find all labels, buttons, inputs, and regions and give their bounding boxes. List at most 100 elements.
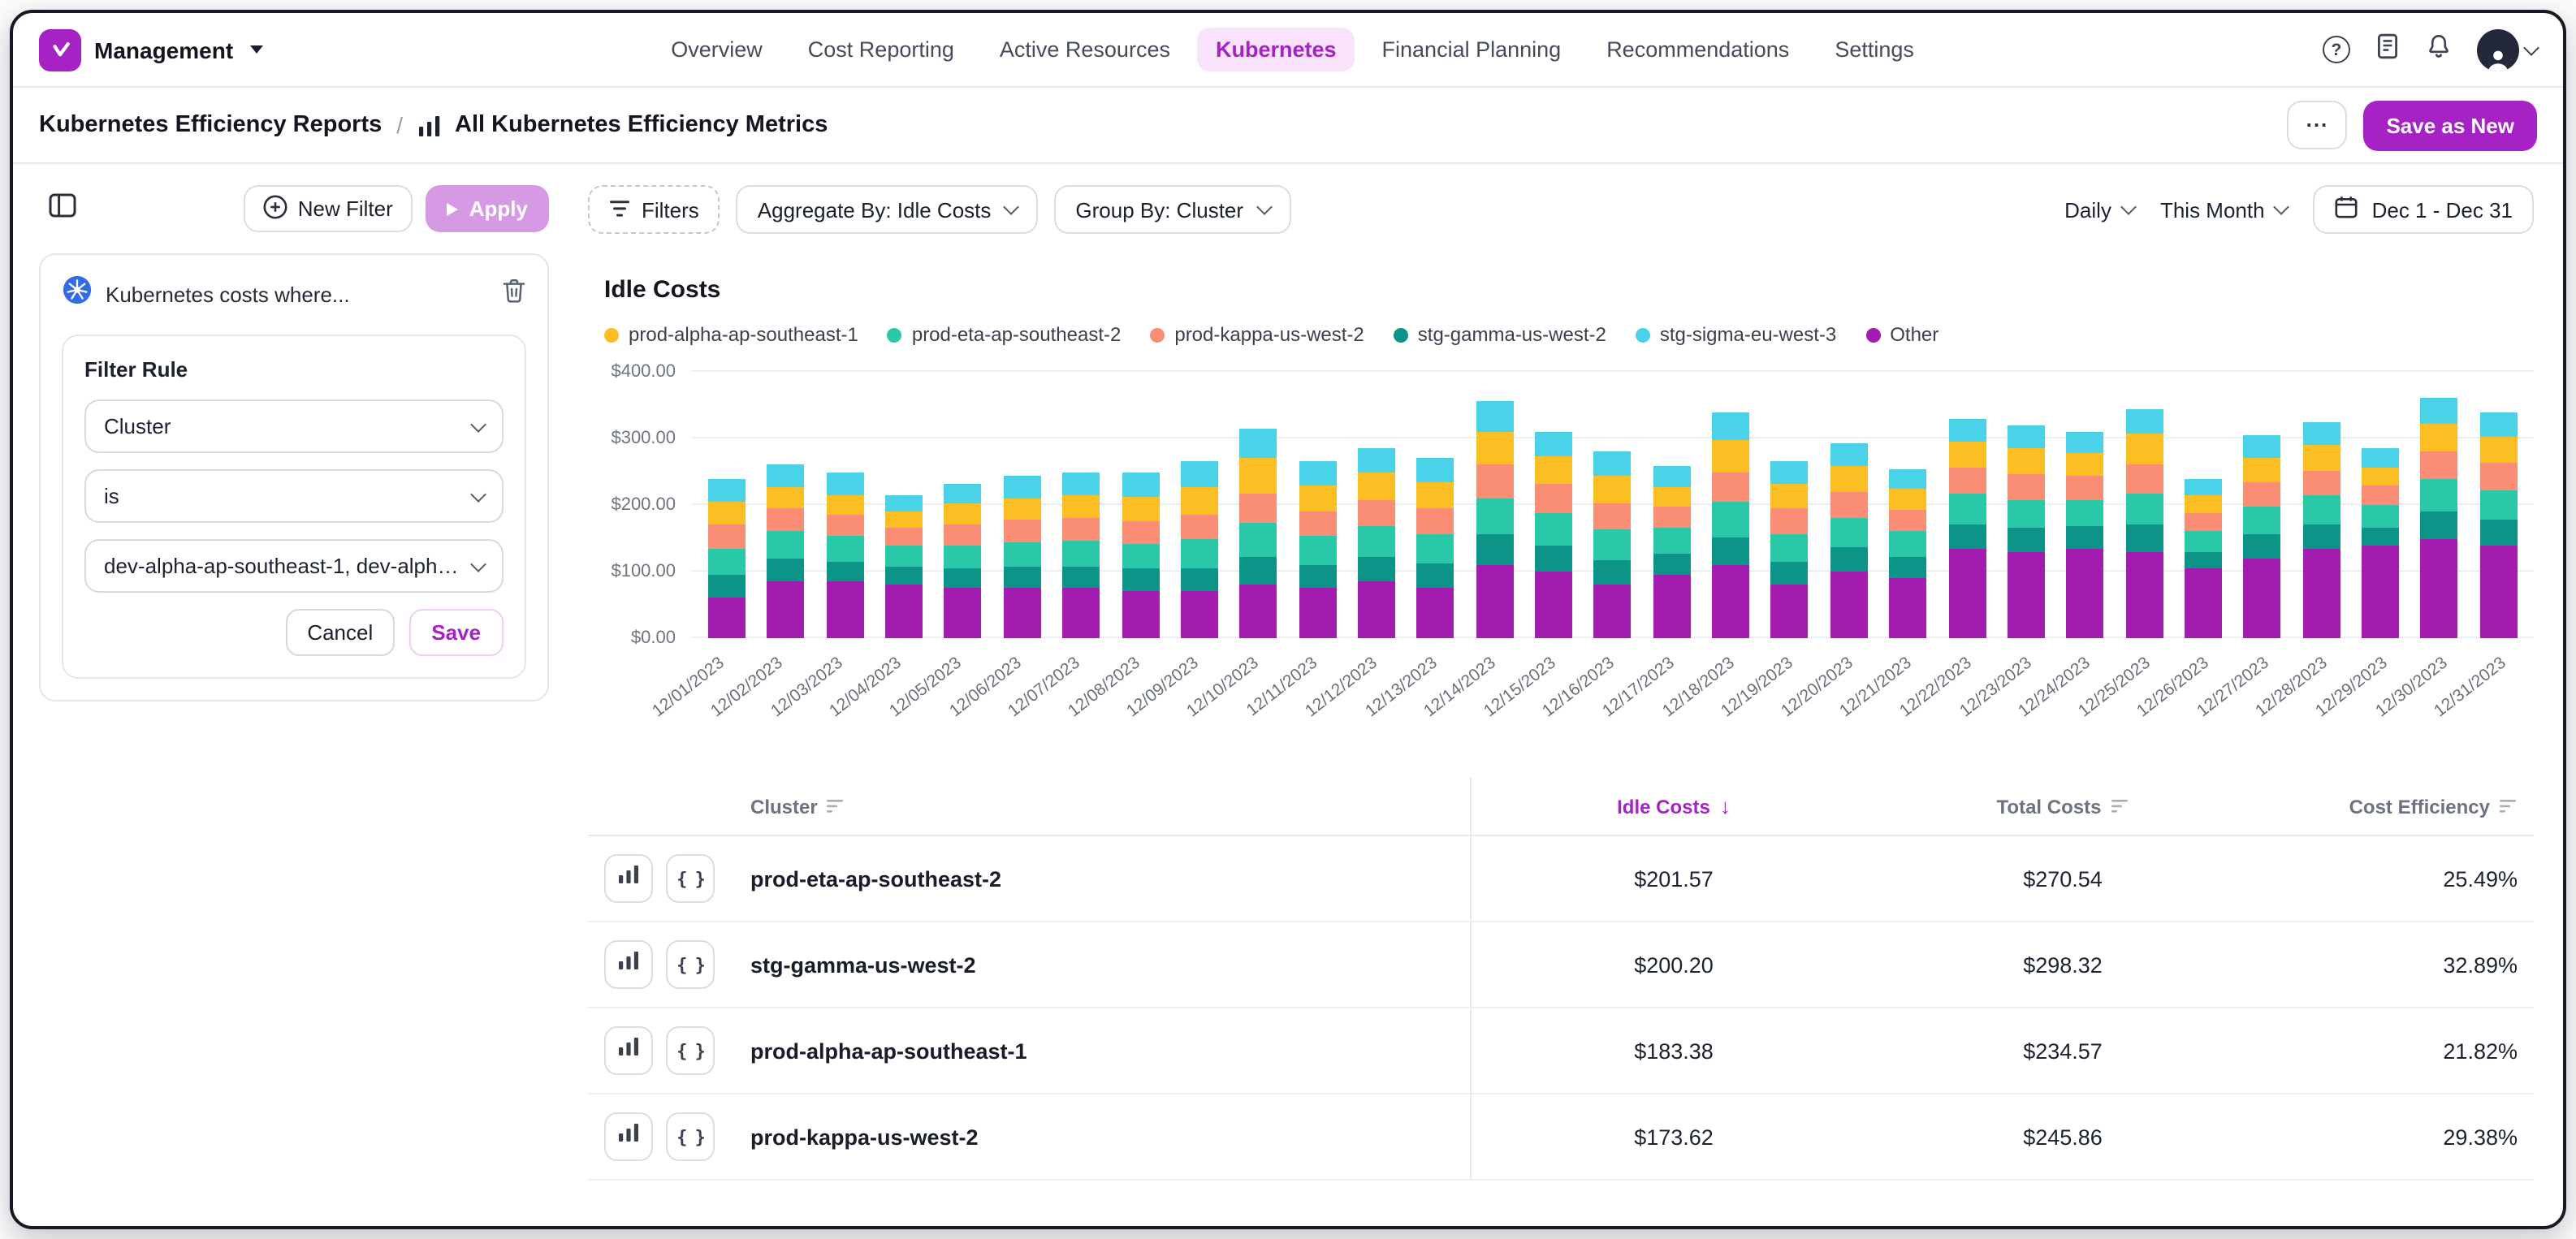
page-header: Kubernetes Efficiency Reports / All Kube… <box>13 88 2563 164</box>
nav-utilities: ? <box>2323 28 2537 71</box>
bar-segment-stg-gamma-us-west-2 <box>1535 545 1572 572</box>
row-code-button[interactable]: { } <box>666 1112 715 1161</box>
bar-segment-prod-kappa-us-west-2 <box>944 525 982 546</box>
bar-12-08-2023[interactable] <box>1122 473 1159 638</box>
nav-item-active-resources[interactable]: Active Resources <box>982 28 1188 71</box>
bar-12-26-2023[interactable] <box>2185 478 2222 638</box>
apply-button[interactable]: Apply <box>426 185 549 232</box>
bar-12-18-2023[interactable] <box>1712 412 1749 638</box>
row-code-button[interactable]: { } <box>666 940 715 989</box>
filters-button[interactable]: Filters <box>588 185 720 234</box>
nav-item-settings[interactable]: Settings <box>1817 28 1932 71</box>
cancel-button[interactable]: Cancel <box>286 609 394 656</box>
bar-12-25-2023[interactable] <box>2125 408 2163 638</box>
save-as-new-button[interactable]: Save as New <box>2363 100 2537 150</box>
bar-12-31-2023[interactable] <box>2480 412 2518 638</box>
bar-12-22-2023[interactable] <box>1948 419 1986 639</box>
save-filter-button[interactable]: Save <box>408 609 504 656</box>
filter-value-select[interactable]: dev-alpha-ap-southeast-1, dev-alpha-ap-s… <box>84 539 504 593</box>
nav-item-cost-reporting[interactable]: Cost Reporting <box>790 28 972 71</box>
new-filter-button[interactable]: New Filter <box>244 185 413 232</box>
row-code-button[interactable]: { } <box>666 854 715 903</box>
bar-12-06-2023[interactable] <box>1004 475 1041 638</box>
row-code-button[interactable]: { } <box>666 1026 715 1075</box>
chevron-down-icon <box>1256 199 1272 215</box>
bar-12-17-2023[interactable] <box>1653 467 1691 638</box>
bar-segment-prod-kappa-us-west-2 <box>1771 509 1809 533</box>
nav-item-kubernetes[interactable]: Kubernetes <box>1198 28 1355 71</box>
bar-segment-stg-sigma-eu-west-3 <box>1653 467 1691 487</box>
bar-segment-prod-kappa-us-west-2 <box>1948 468 1986 494</box>
row-chart-button[interactable] <box>604 1112 653 1161</box>
bar-12-16-2023[interactable] <box>1594 451 1632 638</box>
bar-chart-icon <box>617 1036 640 1065</box>
bar-segment-prod-kappa-us-west-2 <box>2185 512 2222 530</box>
legend-dot <box>1394 327 1408 342</box>
report-chart-icon <box>417 114 443 136</box>
column-header-cluster[interactable]: Cluster <box>737 778 1470 835</box>
calendar-icon <box>2335 195 2359 224</box>
page-actions: ... Save as New <box>2287 100 2537 150</box>
column-header-cost-efficiency[interactable]: Cost Efficiency <box>2250 778 2534 835</box>
nav-item-recommendations[interactable]: Recommendations <box>1588 28 1807 71</box>
bar-12-24-2023[interactable] <box>2067 432 2104 638</box>
collapse-sidebar-button[interactable] <box>39 186 84 231</box>
bar-segment-stg-gamma-us-west-2 <box>1062 566 1100 588</box>
bar-segment-prod-kappa-us-west-2 <box>767 508 805 532</box>
aggregate-by-select[interactable]: Aggregate By: Idle Costs <box>737 185 1039 234</box>
group-by-select[interactable]: Group By: Cluster <box>1054 185 1290 234</box>
granularity-select[interactable]: Daily <box>2064 197 2134 222</box>
bar-12-14-2023[interactable] <box>1476 402 1513 638</box>
date-range-button[interactable]: Dec 1 - Dec 31 <box>2314 185 2534 234</box>
row-chart-button[interactable] <box>604 940 653 989</box>
bar-12-09-2023[interactable] <box>1181 462 1218 638</box>
bar-segment-prod-kappa-us-west-2 <box>1830 492 1868 518</box>
bar-12-20-2023[interactable] <box>1830 444 1868 638</box>
apply-label: Apply <box>469 196 528 221</box>
sidebar-toolbar: New Filter Apply <box>39 185 549 232</box>
legend-item-prod-alpha-ap-southeast-1: prod-alpha-ap-southeast-1 <box>604 323 858 346</box>
nav-item-financial-planning[interactable]: Financial Planning <box>1364 28 1580 71</box>
bar-12-07-2023[interactable] <box>1062 472 1100 638</box>
delete-filter-button[interactable] <box>502 277 526 311</box>
workspace-switcher[interactable]: Management <box>39 28 262 71</box>
bar-segment-prod-eta-ap-southeast-2 <box>1358 526 1395 556</box>
account-menu[interactable] <box>2477 28 2537 71</box>
chart-title: Idle Costs <box>604 276 2534 304</box>
row-chart-button[interactable] <box>604 854 653 903</box>
period-select[interactable]: This Month <box>2160 197 2288 222</box>
nav-item-overview[interactable]: Overview <box>653 28 780 71</box>
bar-segment-prod-eta-ap-southeast-2 <box>826 537 863 562</box>
breadcrumb-parent[interactable]: Kubernetes Efficiency Reports <box>39 112 382 138</box>
bar-12-29-2023[interactable] <box>2362 448 2399 638</box>
notifications-button[interactable] <box>2425 32 2453 67</box>
bar-12-27-2023[interactable] <box>2244 435 2281 638</box>
bar-12-02-2023[interactable] <box>767 464 805 638</box>
bar-12-01-2023[interactable] <box>708 478 746 638</box>
bar-12-13-2023[interactable] <box>1417 459 1454 638</box>
bar-segment-stg-gamma-us-west-2 <box>1239 557 1277 585</box>
legend-dot <box>1636 327 1650 342</box>
more-actions-button[interactable]: ... <box>2287 101 2347 149</box>
bar-12-11-2023[interactable] <box>1299 462 1336 638</box>
bar-12-19-2023[interactable] <box>1771 462 1809 638</box>
bar-12-03-2023[interactable] <box>826 472 863 638</box>
bar-12-10-2023[interactable] <box>1239 429 1277 638</box>
bar-12-15-2023[interactable] <box>1535 432 1572 638</box>
filter-operator-select[interactable]: is <box>84 469 504 523</box>
bar-segment-prod-kappa-us-west-2 <box>2302 470 2340 495</box>
bar-12-05-2023[interactable] <box>944 484 982 638</box>
help-button[interactable]: ? <box>2323 36 2350 63</box>
changelog-button[interactable] <box>2375 32 2401 67</box>
row-chart-button[interactable] <box>604 1026 653 1075</box>
bar-12-21-2023[interactable] <box>1889 468 1926 638</box>
column-header-idle-costs[interactable]: Idle Costs↓ <box>1470 778 1876 835</box>
column-header-total-costs[interactable]: Total Costs <box>1876 778 2250 835</box>
bar-12-12-2023[interactable] <box>1358 448 1395 638</box>
bar-12-28-2023[interactable] <box>2302 422 2340 638</box>
filter-field-select[interactable]: Cluster <box>84 399 504 453</box>
bar-12-30-2023[interactable] <box>2421 399 2458 638</box>
bar-12-04-2023[interactable] <box>885 495 923 638</box>
bar-segment-other <box>1004 589 1041 639</box>
bar-12-23-2023[interactable] <box>2008 425 2045 638</box>
